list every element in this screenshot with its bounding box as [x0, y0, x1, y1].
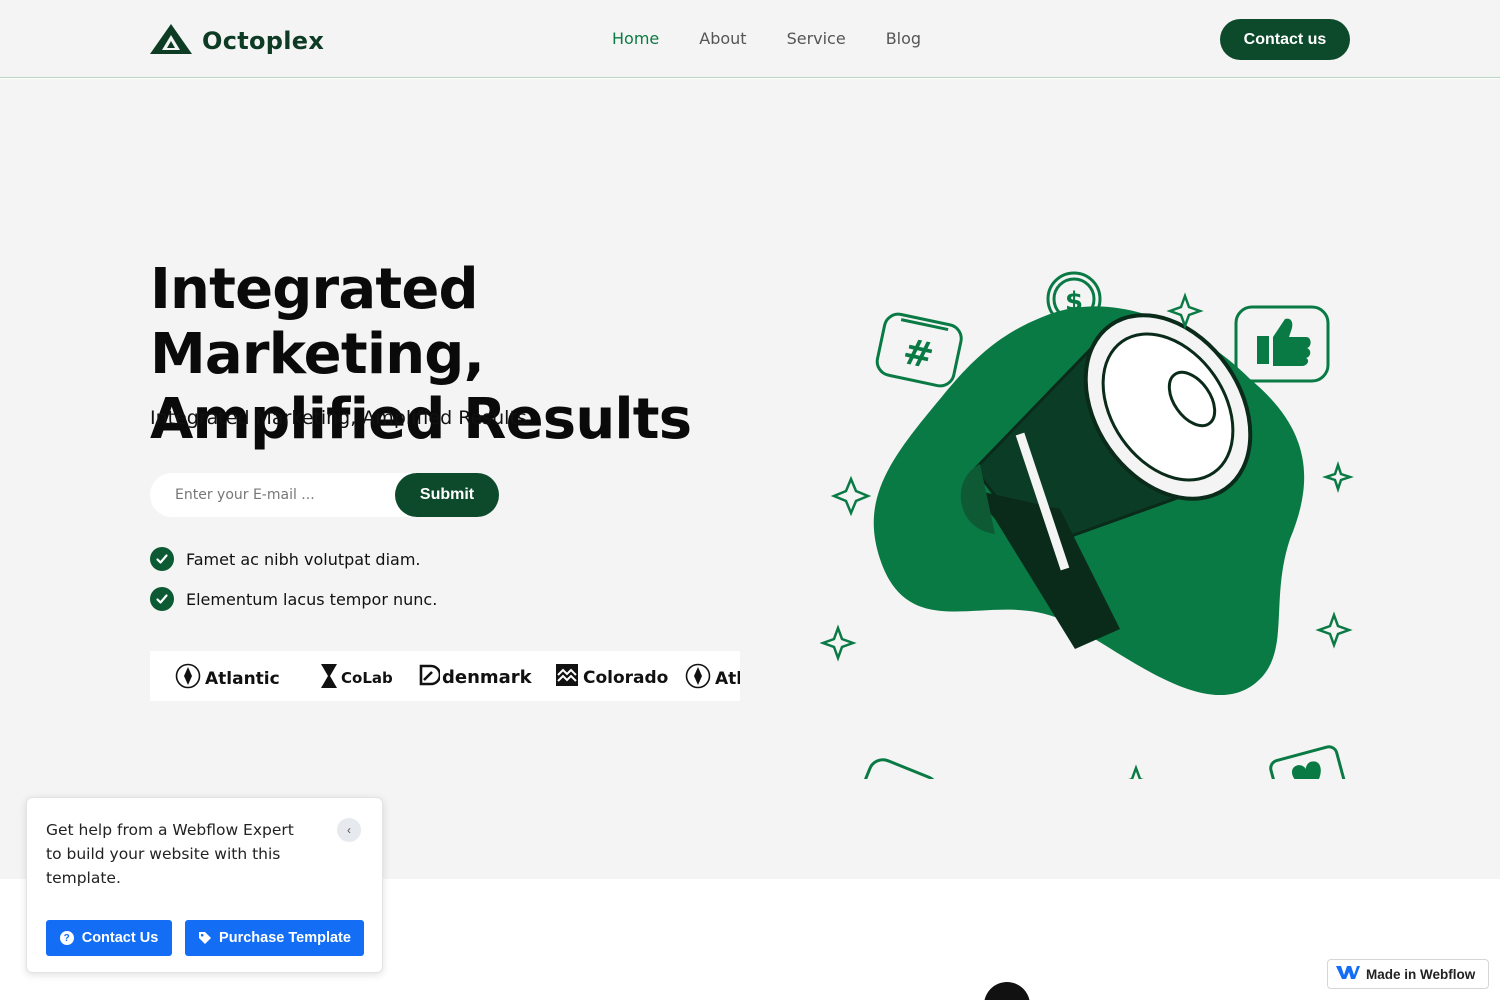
brand-logo[interactable]: Octoplex: [150, 22, 324, 59]
svg-text:#: #: [878, 772, 917, 779]
colab-logo-icon: [320, 663, 338, 693]
brand-logo-strip: Atlantic CoLab denmark Colorado Atlantic: [150, 651, 740, 701]
nav-service[interactable]: Service: [787, 29, 846, 48]
webflow-logo-icon: [1336, 964, 1360, 985]
purchase-template-button[interactable]: Purchase Template: [185, 920, 364, 956]
sparkle-icon: [1322, 461, 1354, 493]
newsletter-form: Submit: [150, 473, 499, 517]
collapse-button[interactable]: ‹: [337, 818, 361, 842]
feature-item: Famet ac nibh volutpat diam.: [150, 547, 421, 571]
hashtag-icon: #: [875, 312, 963, 388]
feature-text: Elementum lacus tempor nunc.: [186, 589, 438, 609]
colorado-logo-icon: [555, 663, 579, 692]
brand-label: Colorado: [583, 667, 669, 688]
brand-label: CoLab: [341, 669, 393, 687]
main-nav: Home About Service Blog: [612, 29, 961, 48]
sparkle-icon: [1315, 611, 1353, 649]
brand-atlantic: Atlantic: [685, 663, 740, 694]
brand-name: Octoplex: [202, 26, 325, 55]
denmark-logo-icon: [418, 663, 442, 692]
thumbs-up-icon: [1234, 305, 1330, 383]
sparkle-icon: [830, 475, 872, 517]
brand-label: denmark: [442, 667, 532, 688]
made-in-webflow-badge[interactable]: Made in Webflow: [1327, 959, 1489, 989]
feature-item: Elementum lacus tempor nunc.: [150, 587, 437, 611]
brand-atlantic: Atlantic: [175, 663, 280, 694]
purchase-label: Purchase Template: [219, 930, 351, 946]
popup-message: Get help from a Webflow Expert to build …: [46, 821, 294, 887]
atlantic-logo-icon: [685, 663, 711, 694]
logo-mark-icon: [150, 22, 192, 59]
feature-text: Famet ac nibh volutpat diam.: [186, 549, 421, 569]
brand-denmark: denmark: [418, 663, 532, 692]
email-input[interactable]: [150, 473, 400, 517]
hero-subtitle: Integrated Marketing, Amplified Results: [150, 407, 527, 429]
sparkle-icon: [820, 624, 857, 662]
atlantic-logo-icon: [175, 663, 201, 694]
brand-colab: CoLab: [320, 663, 393, 693]
question-icon: ?: [59, 931, 74, 945]
tag-icon: [198, 931, 212, 945]
site-header: Octoplex Home About Service Blog Contact…: [0, 0, 1500, 78]
sparkle-icon: [1128, 764, 1144, 779]
heart-bubble-icon: [1269, 745, 1347, 779]
contact-us-button[interactable]: Contact us: [1220, 19, 1350, 60]
svg-text:#: #: [899, 331, 937, 377]
chevron-left-icon: ‹: [347, 823, 351, 837]
check-circle-icon: [150, 547, 174, 571]
hero-section: Integrated Marketing, Amplified Results …: [0, 79, 1500, 879]
nav-home[interactable]: Home: [612, 29, 659, 48]
webflow-help-popup: Get help from a Webflow Expert to build …: [26, 797, 383, 973]
submit-button[interactable]: Submit: [395, 473, 499, 517]
nav-about[interactable]: About: [699, 29, 746, 48]
megaphone-illustration: # $ #: [820, 271, 1354, 779]
brand-colorado: Colorado: [555, 663, 668, 692]
brand-label: Atlantic: [205, 668, 280, 689]
check-circle-icon: [150, 587, 174, 611]
popup-contact-button[interactable]: ? Contact Us: [46, 920, 172, 956]
svg-text:$: $: [1065, 287, 1083, 317]
badge-label: Made in Webflow: [1366, 966, 1476, 982]
nav-blog[interactable]: Blog: [886, 29, 921, 48]
avatar: [984, 982, 1030, 1000]
popup-contact-label: Contact Us: [81, 930, 159, 946]
hashtag-icon: #: [856, 758, 940, 779]
brand-label: Atlantic: [715, 668, 740, 689]
